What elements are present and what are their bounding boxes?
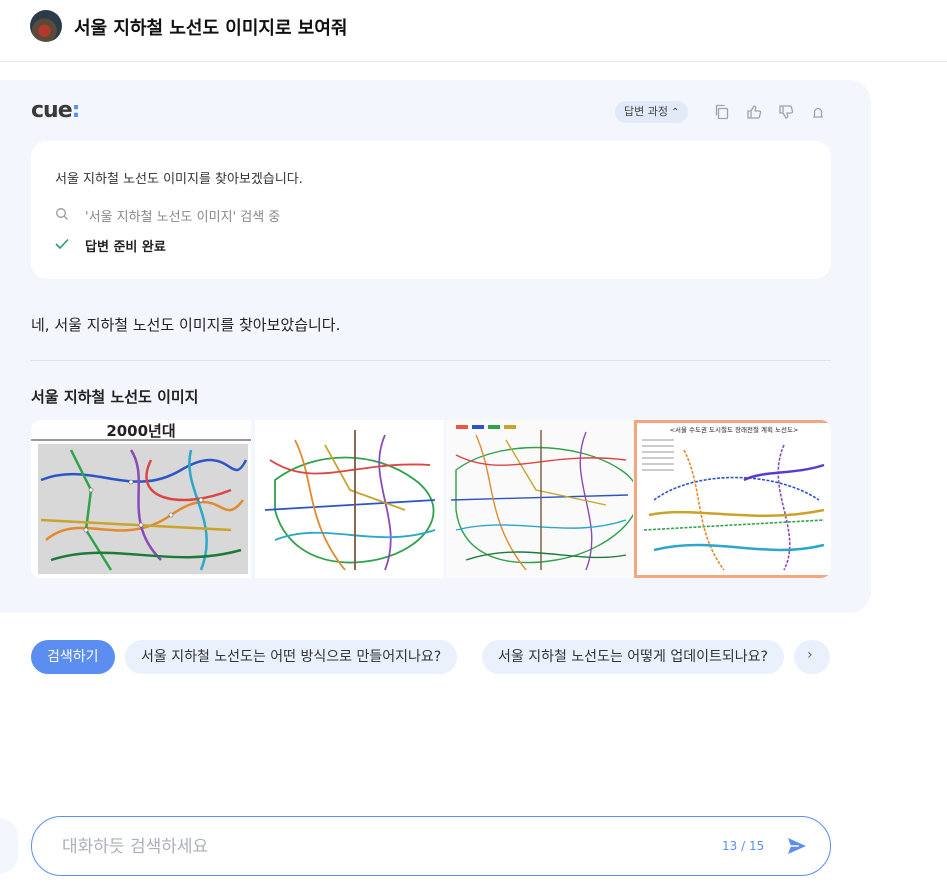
chevron-right-icon: › bbox=[807, 647, 813, 663]
suggestion-chip-1[interactable]: 서울 지하철 노선도는 어떤 방식으로 만들어지나요? bbox=[125, 640, 458, 674]
thumbs-up-icon[interactable] bbox=[746, 104, 762, 120]
chevron-up-icon: ⌃ bbox=[670, 107, 680, 118]
chat-header: 서울 지하철 노선도 이미지로 보여줘 bbox=[0, 0, 947, 62]
status-message: 서울 지하철 노선도 이미지를 찾아보겠습니다. bbox=[55, 172, 303, 187]
user-avatar bbox=[30, 10, 62, 42]
side-panel-handle[interactable] bbox=[0, 818, 18, 874]
send-icon[interactable] bbox=[785, 834, 809, 858]
suggestion-chip-2[interactable]: 서울 지하철 노선도는 어떻게 업데이트되나요? bbox=[482, 640, 784, 674]
check-icon bbox=[55, 238, 69, 250]
suggestions-next-button[interactable]: › bbox=[794, 640, 830, 674]
copy-icon[interactable] bbox=[714, 104, 730, 120]
alert-icon[interactable] bbox=[810, 104, 826, 120]
image-thumbnail-3[interactable] bbox=[446, 420, 633, 578]
image-caption-4: <서울 수도권 도시철도 장래전철 계획 노선도> bbox=[670, 425, 799, 434]
answer-process-label: 답변 과정 bbox=[624, 105, 668, 118]
search-button[interactable]: 검색하기 bbox=[31, 640, 115, 674]
cue-logo: cue: bbox=[31, 98, 80, 123]
image-caption-1: 2000년대 bbox=[106, 422, 175, 440]
answer-text: 네, 서울 지하철 노선도 이미지를 찾아보았습니다. bbox=[31, 316, 341, 334]
done-step-label: 답변 준비 완료 bbox=[85, 240, 166, 255]
image-gallery: 2000년대 <서울 수도권 도시철도 장래전철 계획 노선도> bbox=[31, 420, 831, 578]
image-thumbnail-4[interactable]: <서울 수도권 도시철도 장래전철 계획 노선도> bbox=[634, 420, 831, 578]
chat-input-box: 13 / 15 bbox=[31, 816, 831, 876]
images-section-title: 서울 지하철 노선도 이미지 bbox=[31, 388, 199, 406]
divider bbox=[31, 360, 831, 361]
search-icon bbox=[56, 208, 68, 220]
answer-process-toggle[interactable]: 답변 과정 ⌃ bbox=[615, 101, 689, 123]
user-query: 서울 지하철 노선도 이미지로 보여줘 bbox=[74, 18, 348, 39]
image-thumbnail-1[interactable]: 2000년대 bbox=[31, 420, 251, 578]
query-counter: 13 / 15 bbox=[722, 839, 765, 853]
chat-input[interactable] bbox=[60, 831, 664, 863]
thumbs-down-icon[interactable] bbox=[778, 104, 794, 120]
image-thumbnail-2[interactable] bbox=[255, 420, 444, 578]
search-step-label: '서울 지하철 노선도 이미지' 검색 중 bbox=[85, 210, 281, 225]
